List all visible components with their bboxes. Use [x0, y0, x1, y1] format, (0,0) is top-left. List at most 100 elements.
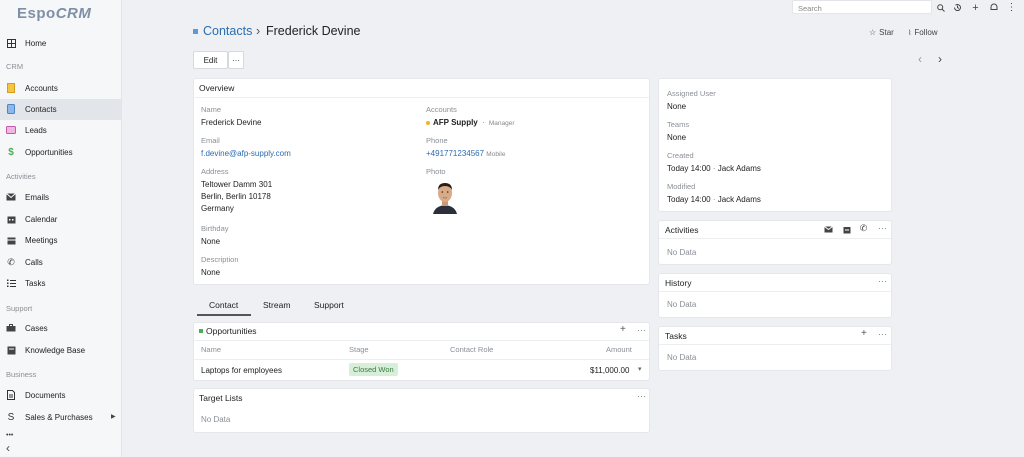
assigned-user-label: Assigned User — [667, 89, 716, 98]
phone-link[interactable]: +491771234567 — [426, 149, 484, 158]
tab-support[interactable]: Support — [314, 300, 344, 310]
panel-menu-dots-icon[interactable]: ··· — [637, 392, 647, 401]
envelope-icon — [6, 192, 16, 202]
photo-label: Photo — [426, 167, 446, 176]
opportunity-name-link[interactable]: Laptops for employees — [201, 366, 282, 375]
dot-separator: · — [712, 195, 716, 204]
app-logo[interactable]: EspoCRM — [17, 5, 91, 22]
sidebar-item-label: Sales & Purchases — [25, 413, 93, 422]
sidebar-item-leads[interactable]: Leads — [0, 120, 122, 141]
sidebar-item-calendar[interactable]: Calendar — [0, 209, 122, 230]
email-link[interactable]: f.devine@afp-supply.com — [201, 149, 291, 158]
sidebar-item-label: Tasks — [25, 279, 46, 288]
column-header-name[interactable]: Name — [201, 345, 221, 354]
sidebar-item-home[interactable]: Home — [0, 33, 122, 54]
sidebar-section-crm: CRM — [6, 62, 24, 71]
record-meta-panel: Assigned User None Teams None Created To… — [658, 78, 892, 212]
collapse-sidebar-button[interactable]: ‹ — [6, 442, 10, 454]
previous-record-button[interactable]: ‹ — [918, 52, 922, 66]
modified-by-link[interactable]: Jack Adams — [718, 195, 761, 204]
more-actions-button[interactable]: ··· — [228, 51, 244, 69]
created-value: Today 14:00 · Jack Adams — [667, 164, 761, 173]
panel-menu-dots-icon[interactable]: ··· — [878, 224, 888, 233]
next-record-button[interactable]: › — [938, 52, 942, 66]
document-icon — [6, 390, 16, 400]
more-menu-button[interactable]: ••• — [6, 432, 13, 439]
bell-icon[interactable] — [988, 2, 999, 13]
stage-badge: Closed Won — [349, 363, 398, 376]
column-header-contact-role[interactable]: Contact Role — [450, 345, 493, 354]
sidebar-item-accounts[interactable]: Accounts — [0, 78, 122, 99]
compose-email-icon[interactable] — [824, 225, 833, 234]
panel-title: Overview — [199, 83, 235, 93]
follow-button[interactable]: ⌇ Follow — [908, 28, 938, 37]
panel-menu-dots-icon[interactable]: ··· — [878, 277, 888, 286]
contact-photo[interactable] — [431, 180, 459, 214]
star-button[interactable]: ☆ Star — [869, 28, 894, 37]
panel-title: History — [665, 278, 692, 288]
overview-panel: Overview Name Frederick Devine Accounts … — [193, 78, 650, 285]
phone-value: +491771234567 Mobile — [426, 149, 505, 158]
dollar-icon: $ — [8, 146, 14, 158]
sidebar-item-opportunities[interactable]: $ Opportunities — [0, 142, 122, 163]
quick-create-plus-icon[interactable]: + — [970, 2, 981, 14]
search-input[interactable]: Search — [792, 0, 932, 14]
birthday-label: Birthday — [201, 224, 229, 233]
contact-card-icon — [6, 104, 16, 114]
sidebar-item-label: Leads — [25, 126, 47, 135]
sidebar-item-label: Home — [25, 39, 47, 48]
sidebar-item-documents[interactable]: Documents — [0, 385, 122, 406]
account-link[interactable]: AFP Supply — [433, 118, 478, 127]
panel-menu-dots-icon[interactable]: ··· — [878, 330, 888, 339]
tab-contact[interactable]: Contact — [209, 300, 238, 310]
rss-icon: ⌇ — [908, 29, 912, 37]
sidebar-item-sales-purchases[interactable]: S Sales & Purchases ▶ — [0, 407, 122, 428]
panel-menu-dots-icon[interactable]: ··· — [637, 326, 647, 335]
empty-state-text: No Data — [667, 353, 697, 362]
account-separator: · — [481, 118, 485, 127]
sidebar-item-contacts[interactable]: Contacts — [0, 99, 122, 120]
sidebar-item-tasks[interactable]: Tasks — [0, 273, 122, 294]
sidebar-item-label: Emails — [25, 193, 50, 202]
add-opportunity-plus-icon[interactable]: + — [620, 324, 626, 335]
modified-value: Today 14:00 · Jack Adams — [667, 195, 761, 204]
menu-vertical-dots-icon[interactable]: ⋮ — [1006, 2, 1017, 13]
history-icon[interactable] — [952, 2, 963, 13]
tab-stream[interactable]: Stream — [263, 300, 290, 310]
add-task-plus-icon[interactable]: + — [861, 328, 867, 339]
sidebar-item-cases[interactable]: Cases — [0, 318, 122, 339]
target-lists-panel: Target Lists ··· No Data — [193, 388, 650, 433]
account-status-dot — [426, 120, 430, 125]
row-dropdown-caret-icon[interactable]: ▾ — [638, 365, 642, 373]
sidebar-item-label: Knowledge Base — [25, 346, 86, 355]
sidebar: EspoCRM Home CRM Accounts Contacts Leads… — [0, 0, 122, 457]
sidebar-item-knowledge-base[interactable]: Knowledge Base — [0, 340, 122, 361]
description-label: Description — [201, 255, 239, 264]
book-icon — [6, 345, 16, 355]
panel-title: Tasks — [665, 331, 687, 341]
breadcrumb-contacts-link[interactable]: Contacts — [203, 24, 252, 38]
dot-separator: · — [712, 164, 716, 173]
edit-button[interactable]: Edit — [193, 51, 228, 69]
address-line-3: Germany — [201, 204, 234, 213]
sidebar-item-emails[interactable]: Emails — [0, 187, 122, 208]
id-card-icon — [6, 125, 16, 135]
sidebar-item-label: Contacts — [25, 105, 57, 114]
search-icon[interactable] — [935, 2, 946, 13]
log-call-phone-icon[interactable]: ✆ — [859, 223, 868, 233]
column-header-amount[interactable]: Amount — [606, 345, 632, 354]
accounts-label: Accounts — [426, 105, 457, 114]
empty-state-text: No Data — [667, 300, 697, 309]
sidebar-item-label: Meetings — [25, 236, 58, 245]
created-by-link[interactable]: Jack Adams — [718, 164, 761, 173]
active-tab-indicator — [197, 314, 251, 316]
sidebar-item-calls[interactable]: ✆ Calls — [0, 252, 122, 273]
topbar: Search + ⋮ — [122, 0, 1024, 15]
tasks-panel: Tasks + ··· No Data — [658, 326, 892, 371]
divider — [194, 359, 649, 360]
column-header-stage[interactable]: Stage — [349, 345, 369, 354]
breadcrumb-separator: › — [256, 24, 261, 38]
schedule-meeting-icon[interactable] — [842, 225, 851, 234]
accounts-value: AFP Supply · Manager — [426, 118, 515, 127]
sidebar-item-meetings[interactable]: Meetings — [0, 230, 122, 251]
